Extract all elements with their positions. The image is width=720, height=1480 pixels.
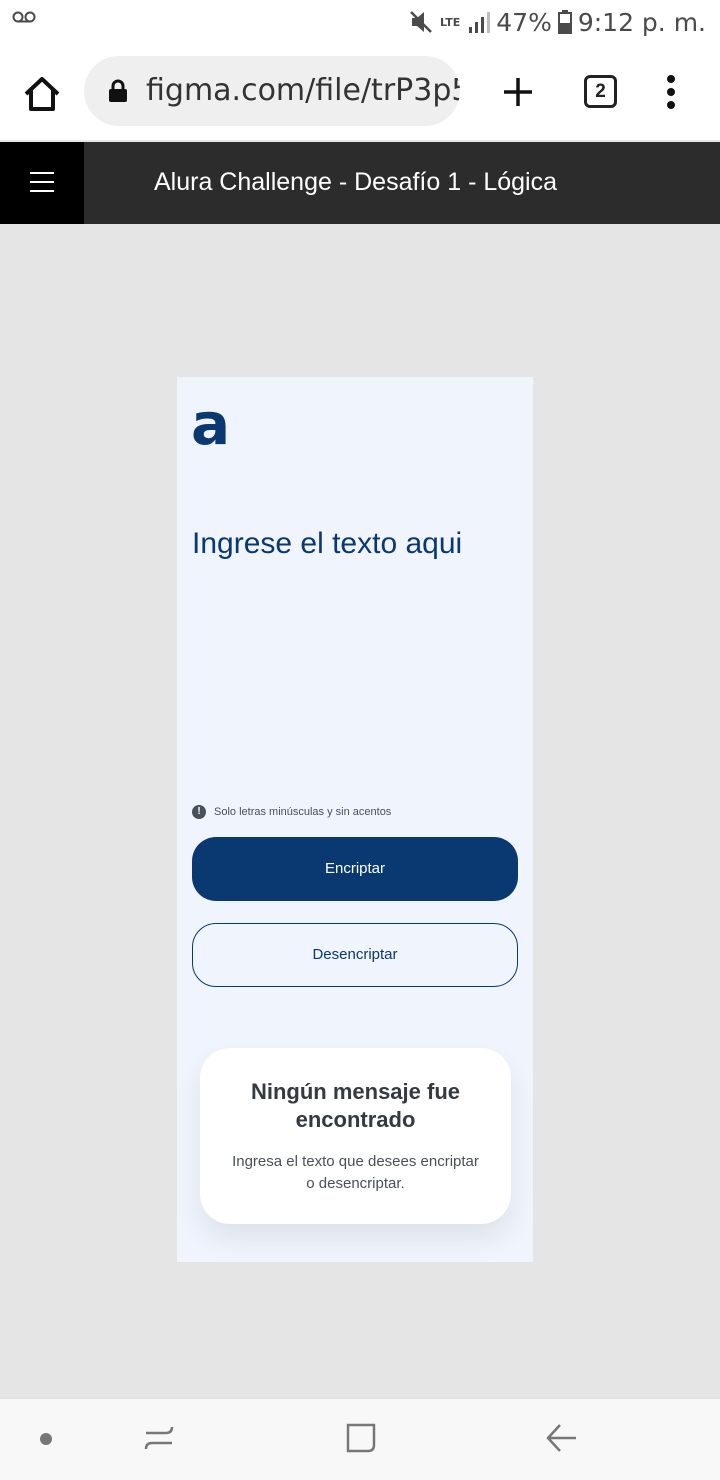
empty-result-title: Ningún mensaje fue encontrado [250, 1079, 461, 1132]
voicemail-icon [12, 11, 36, 23]
empty-result-card: Ningún mensaje fue encontrado Ingresa el… [200, 1048, 511, 1224]
home-square-icon[interactable] [344, 1421, 378, 1455]
clock: 9:12 p. m. [577, 7, 706, 37]
dot-icon[interactable] [40, 1433, 52, 1445]
design-frame: a Ingrese el texto aqui ! Solo letras mi… [177, 377, 533, 1262]
navigation-bar [0, 1398, 720, 1480]
hint-text: Solo letras minúsculas y sin acentos [214, 806, 392, 818]
figma-canvas[interactable]: a Ingrese el texto aqui ! Solo letras mi… [0, 224, 720, 1398]
battery-icon [557, 10, 572, 34]
tab-count: 2 [595, 81, 606, 102]
url-text: figma.com/file/trP3p5 [146, 73, 460, 108]
mute-icon [410, 11, 432, 33]
lock-icon [109, 79, 127, 102]
info-icon: ! [192, 805, 206, 819]
file-title: Alura Challenge - Desafío 1 - Lógica [154, 168, 558, 196]
alura-logo: a [191, 390, 231, 458]
empty-result-text: Ingresa el texto que desees encriptar o … [232, 1153, 479, 1192]
hamburger-icon[interactable] [0, 142, 84, 224]
status-bar: LTE 47% 9:12 p. m. [0, 0, 720, 44]
url-bar[interactable]: figma.com/file/trP3p5 [84, 56, 460, 126]
network-type: LTE [440, 15, 461, 29]
home-icon[interactable] [20, 72, 64, 116]
recent-apps-icon[interactable] [142, 1421, 176, 1455]
figma-header: Alura Challenge - Desafío 1 - Lógica [0, 142, 720, 224]
text-input-placeholder[interactable]: Ingrese el texto aqui [192, 527, 462, 561]
encrypt-button[interactable]: Encriptar [192, 837, 518, 901]
more-vert-icon[interactable] [660, 74, 682, 110]
browser-toolbar: figma.com/file/trP3p5 2 [0, 44, 720, 142]
hint-row: ! Solo letras minúsculas y sin acentos [192, 805, 391, 819]
signal-icon [469, 12, 491, 33]
battery-percent: 47% [496, 7, 552, 37]
decrypt-button[interactable]: Desencriptar [192, 923, 518, 987]
tabs-counter-button[interactable]: 2 [584, 75, 617, 108]
new-tab-icon[interactable] [496, 70, 540, 114]
back-icon[interactable] [544, 1421, 580, 1455]
